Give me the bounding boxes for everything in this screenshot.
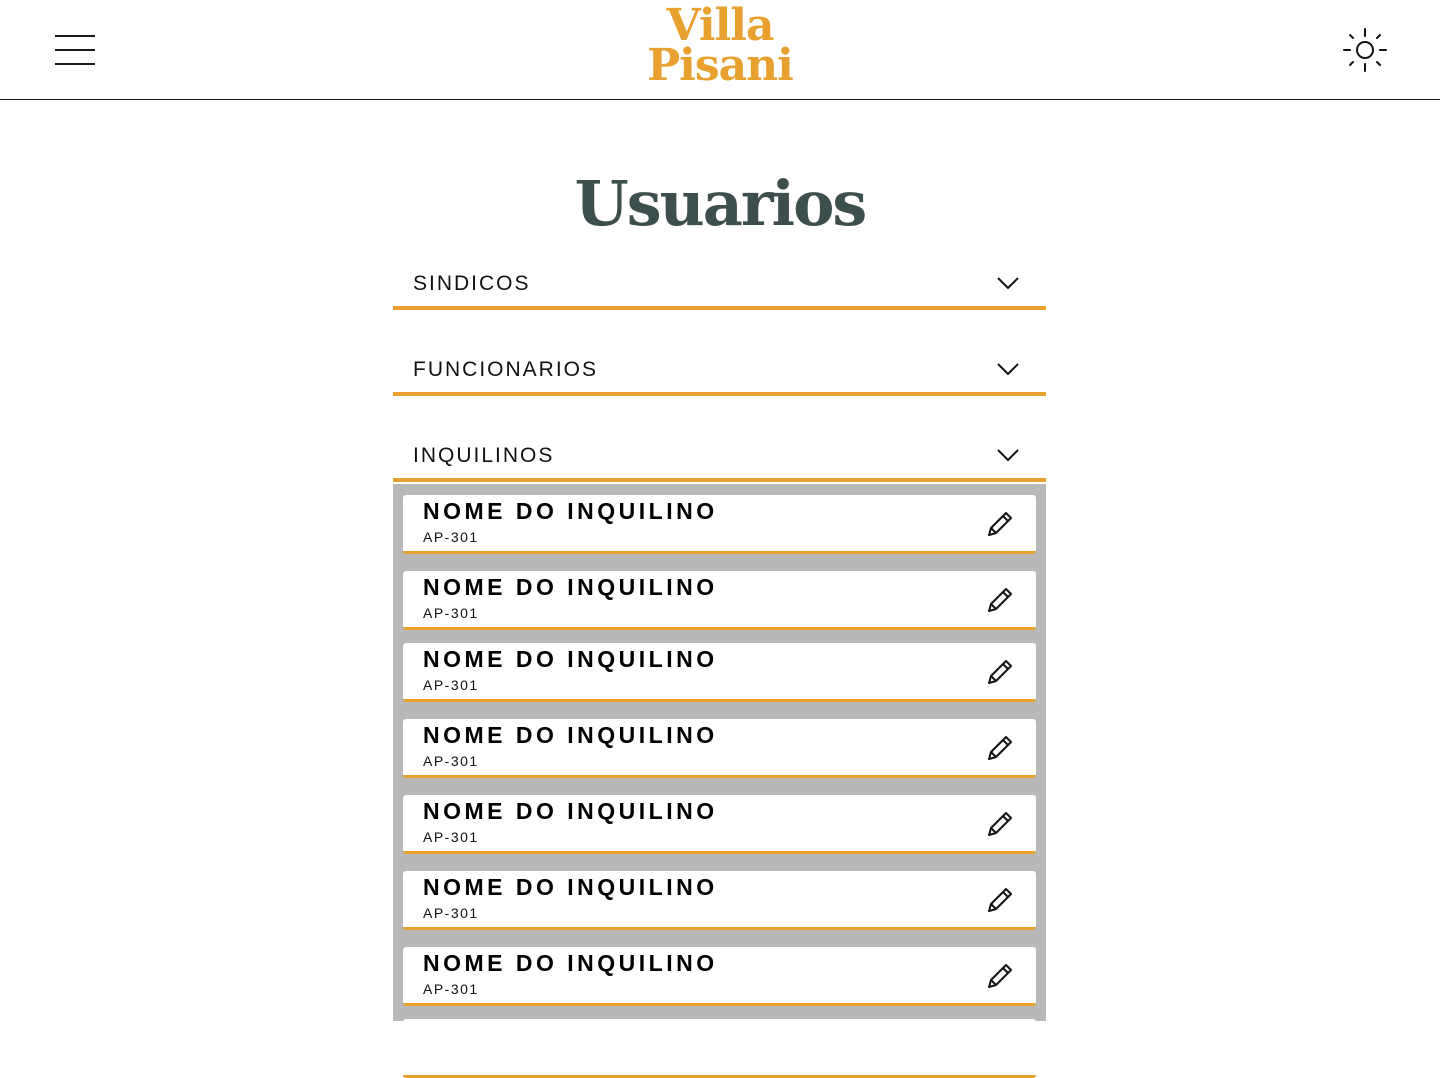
section-funcionarios[interactable]: FUNCIONARIOS bbox=[393, 352, 1046, 396]
tenant-unit: AP-301 bbox=[423, 981, 479, 997]
chevron-down-icon bbox=[997, 363, 1019, 376]
section-label: SINDICOS bbox=[413, 272, 531, 295]
page-title: Usuarios bbox=[574, 167, 868, 240]
tenant-name: NOME DO INQUILINO bbox=[423, 722, 718, 748]
tenant-unit: AP-301 bbox=[423, 829, 479, 845]
section-label: FUNCIONARIOS bbox=[413, 358, 599, 381]
chevron-down-icon bbox=[997, 449, 1019, 462]
tenant-name: NOME DO INQUILINO bbox=[423, 950, 718, 976]
tenant-card-partial[interactable] bbox=[403, 1019, 1036, 1078]
pencil-edit-icon[interactable] bbox=[983, 883, 1017, 917]
tenant-unit: AP-301 bbox=[423, 753, 479, 769]
tenant-unit: AP-301 bbox=[423, 605, 479, 621]
villa-pisani-logo[interactable]: Villa Pisani bbox=[620, 4, 820, 91]
tenant-name: NOME DO INQUILINO bbox=[423, 646, 718, 672]
tenant-unit: AP-301 bbox=[423, 905, 479, 921]
sun-icon[interactable] bbox=[1340, 26, 1390, 74]
pencil-edit-icon[interactable] bbox=[983, 507, 1017, 541]
chevron-down-icon bbox=[997, 277, 1019, 290]
section-inquilinos[interactable]: INQUILINOS bbox=[393, 438, 1046, 482]
section-sindicos[interactable]: SINDICOS bbox=[393, 266, 1046, 310]
tenant-card[interactable]: NOME DO INQUILINO AP-301 bbox=[403, 795, 1036, 854]
tenant-card[interactable]: NOME DO INQUILINO AP-301 bbox=[403, 871, 1036, 930]
tenant-card[interactable]: NOME DO INQUILINO AP-301 bbox=[403, 571, 1036, 630]
tenant-card[interactable]: NOME DO INQUILINO AP-301 bbox=[403, 495, 1036, 554]
tenant-name: NOME DO INQUILINO bbox=[423, 798, 718, 824]
top-header: Villa Pisani bbox=[0, 0, 1440, 100]
tenant-card[interactable]: NOME DO INQUILINO AP-301 bbox=[403, 719, 1036, 778]
hamburger-menu-icon[interactable] bbox=[55, 34, 95, 66]
tenant-card[interactable]: NOME DO INQUILINO AP-301 bbox=[403, 643, 1036, 702]
tenant-name: NOME DO INQUILINO bbox=[423, 574, 718, 600]
tenant-card[interactable]: NOME DO INQUILINO AP-301 bbox=[403, 947, 1036, 1006]
section-label: INQUILINOS bbox=[413, 444, 555, 467]
tenant-name: NOME DO INQUILINO bbox=[423, 874, 718, 900]
logo-line-2: Pisani bbox=[647, 40, 794, 91]
pencil-edit-icon[interactable] bbox=[983, 807, 1017, 841]
tenant-unit: AP-301 bbox=[423, 677, 479, 693]
pencil-edit-icon[interactable] bbox=[983, 583, 1017, 617]
pencil-edit-icon[interactable] bbox=[983, 731, 1017, 765]
pencil-edit-icon[interactable] bbox=[983, 655, 1017, 689]
tenant-unit: AP-301 bbox=[423, 529, 479, 545]
tenant-list[interactable]: NOME DO INQUILINO AP-301 NOME DO INQUILI… bbox=[393, 484, 1046, 1078]
tenant-name: NOME DO INQUILINO bbox=[423, 498, 718, 524]
pencil-edit-icon[interactable] bbox=[983, 959, 1017, 993]
